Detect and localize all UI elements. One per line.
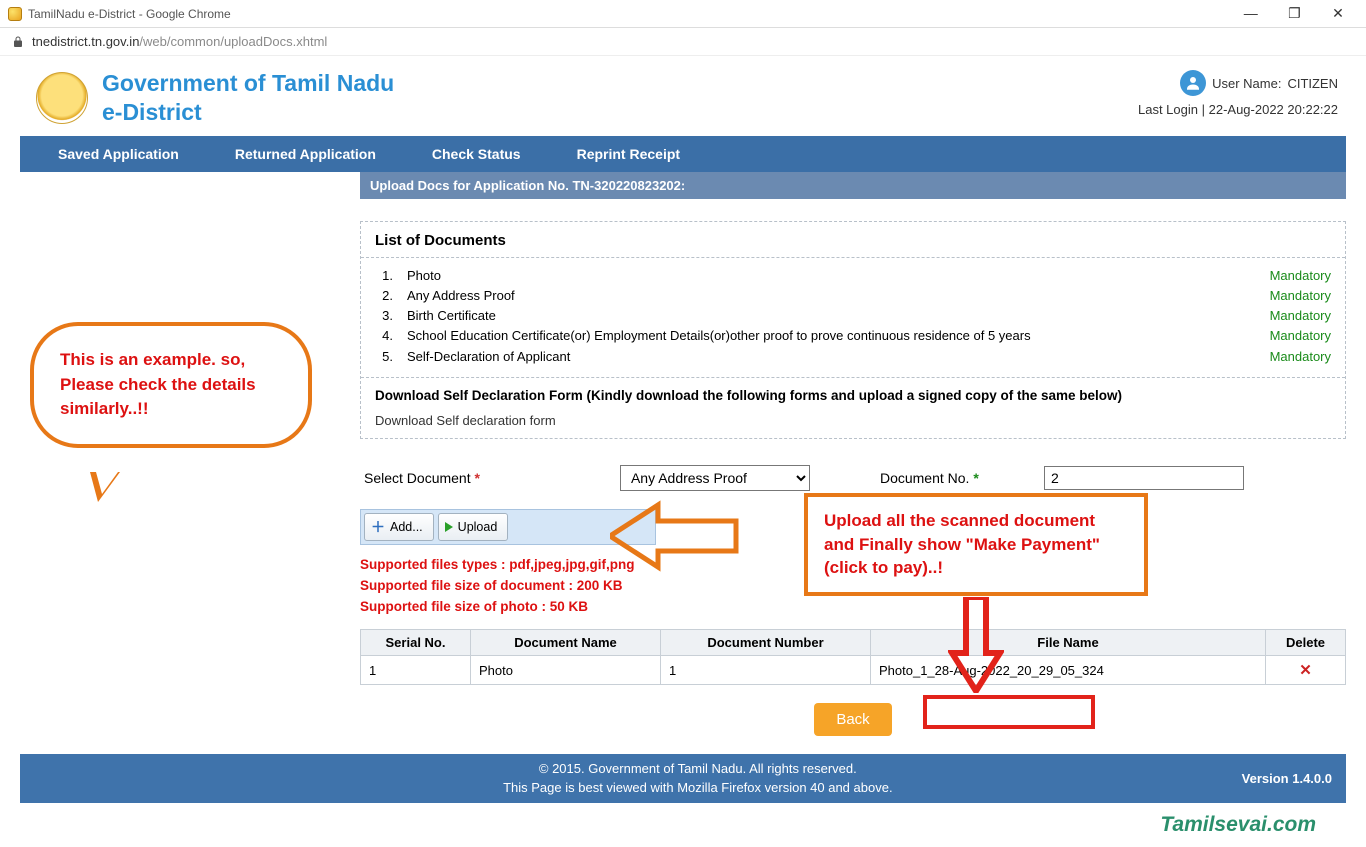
lock-icon <box>12 35 24 49</box>
brand-line2: e-District <box>102 99 394 126</box>
download-self-declaration-link[interactable]: Download Self declaration form <box>375 413 556 428</box>
upload-file-button[interactable]: Upload <box>438 513 509 541</box>
doc-item: Any Address Proof <box>407 286 515 306</box>
footer-version: Version 1.4.0.0 <box>1242 770 1332 788</box>
delete-row-button[interactable]: ✕ <box>1266 656 1346 685</box>
user-label: User Name: <box>1212 76 1281 91</box>
mandatory-label: Mandatory <box>1270 266 1331 286</box>
page-header: Government of Tamil Nadu e-District User… <box>20 66 1346 136</box>
upload-banner: Upload Docs for Application No. TN-32022… <box>360 172 1346 199</box>
favicon-icon <box>8 7 22 21</box>
play-icon <box>445 522 453 532</box>
chrome-titlebar: TamilNadu e-District - Google Chrome — ❐… <box>0 0 1366 28</box>
annotation-arrow-left-icon <box>610 499 740 573</box>
close-window-button[interactable]: ✕ <box>1318 5 1358 22</box>
doc-item: Photo <box>407 266 441 286</box>
page-footer: © 2015. Government of Tamil Nadu. All ri… <box>20 754 1346 802</box>
mandatory-label: Mandatory <box>1270 347 1331 367</box>
last-login-value: 22-Aug-2022 20:22:22 <box>1209 102 1338 117</box>
mandatory-label: Mandatory <box>1270 306 1331 326</box>
menu-returned-application[interactable]: Returned Application <box>207 146 404 162</box>
menu-check-status[interactable]: Check Status <box>404 146 549 162</box>
avatar-icon <box>1180 70 1206 96</box>
address-bar[interactable]: tnedistrict.tn.gov.in/web/common/uploadD… <box>0 28 1366 56</box>
document-no-input[interactable] <box>1044 466 1244 490</box>
table-row: 1 Photo 1 Photo_1_28-Aug-2022_20_29_05_3… <box>361 656 1346 685</box>
annotation-arrow-down-icon <box>948 597 1004 696</box>
url-path: /web/common/uploadDocs.xhtml <box>139 34 327 49</box>
col-docnum: Document Number <box>661 630 871 656</box>
select-document-label: Select Document * <box>364 470 480 486</box>
documents-panel: List of Documents 1.PhotoMandatory 2.Any… <box>360 221 1346 439</box>
brand-line1: Government of Tamil Nadu <box>102 70 394 97</box>
annotation-callout: Upload all the scanned document and Fina… <box>804 493 1148 596</box>
govt-emblem-icon <box>36 72 88 124</box>
annotation-bubble: This is an example. so, Please check the… <box>30 322 312 448</box>
col-filename: File Name <box>871 630 1266 656</box>
last-login-label: Last Login | <box>1138 102 1205 117</box>
download-instruction: Download Self Declaration Form (Kindly d… <box>361 377 1345 407</box>
footer-copyright: © 2015. Government of Tamil Nadu. All ri… <box>154 760 1242 778</box>
window-title: TamilNadu e-District - Google Chrome <box>28 7 231 21</box>
add-file-button[interactable]: ＋Add... <box>364 513 434 541</box>
annotation-highlight-box <box>923 695 1095 729</box>
back-button[interactable]: Back <box>814 703 891 736</box>
menu-saved-application[interactable]: Saved Application <box>30 146 207 162</box>
col-serial: Serial No. <box>361 630 471 656</box>
footer-browser-note: This Page is best viewed with Mozilla Fi… <box>154 779 1242 797</box>
document-no-label: Document No. * <box>880 470 980 486</box>
annotation-bubble-text: This is an example. so, Please check the… <box>60 350 256 418</box>
user-name: CITIZEN <box>1287 76 1338 91</box>
plus-icon: ＋ <box>371 517 385 537</box>
watermark: Tamilsevai.com <box>20 803 1346 847</box>
menu-reprint-receipt[interactable]: Reprint Receipt <box>549 146 708 162</box>
uploaded-docs-table: Serial No. Document Name Document Number… <box>360 629 1346 685</box>
doc-item: Self-Declaration of Applicant <box>407 347 570 367</box>
supported-size-photo: Supported file size of photo : 50 KB <box>360 597 1346 618</box>
doc-item: School Education Certificate(or) Employm… <box>407 326 1031 346</box>
doc-item: Birth Certificate <box>407 306 496 326</box>
main-menu: Saved Application Returned Application C… <box>20 136 1346 172</box>
url-host: tnedistrict.tn.gov.in <box>32 34 139 49</box>
documents-heading: List of Documents <box>361 222 1345 258</box>
minimize-button[interactable]: — <box>1231 5 1271 21</box>
select-document-dropdown[interactable]: Any Address Proof <box>620 465 810 491</box>
col-delete: Delete <box>1266 630 1346 656</box>
mandatory-label: Mandatory <box>1270 286 1331 306</box>
col-docname: Document Name <box>471 630 661 656</box>
mandatory-label: Mandatory <box>1270 326 1331 346</box>
maximize-button[interactable]: ❐ <box>1274 5 1314 22</box>
